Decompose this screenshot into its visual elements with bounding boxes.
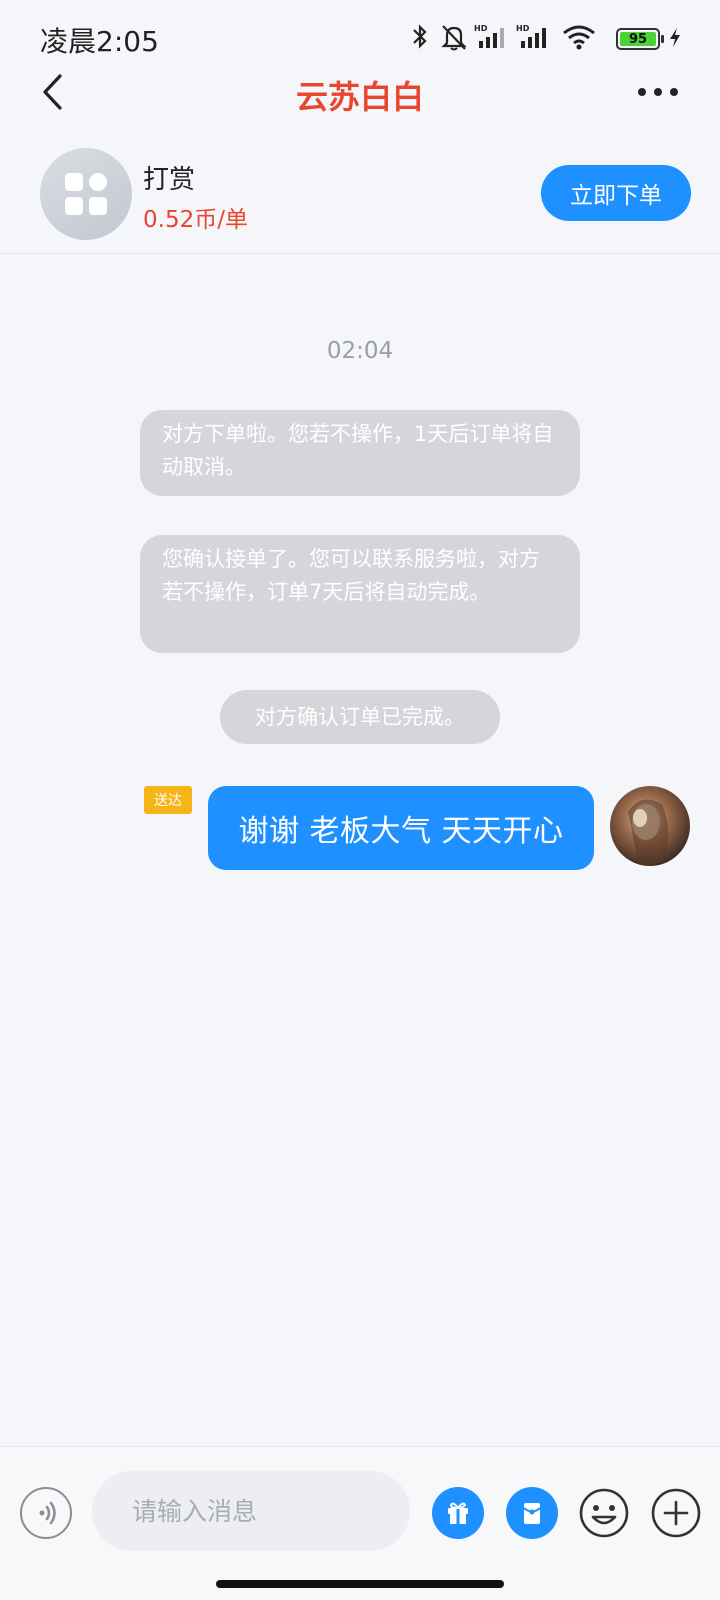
- battery-level: 95: [620, 32, 656, 47]
- voice-button[interactable]: [20, 1487, 72, 1539]
- service-avatar: [40, 148, 132, 240]
- system-message: 您确认接单了。您可以联系服务啦，对方若不操作，订单7天后将自动完成。: [140, 535, 580, 653]
- order-now-button[interactable]: 立即下单: [541, 165, 691, 221]
- input-bar: [0, 1446, 720, 1600]
- service-name: 打赏: [143, 165, 196, 195]
- chat-timestamp: 02:04: [326, 338, 394, 364]
- service-card: 打赏 0.52币/单 立即下单: [0, 130, 720, 254]
- wifi-icon: [562, 22, 596, 52]
- delivered-badge: 送达: [144, 786, 192, 814]
- svg-text:HD: HD: [474, 24, 488, 33]
- voice-icon: [39, 1501, 56, 1525]
- mute-bell-icon: [440, 22, 468, 52]
- emoji-button[interactable]: [578, 1487, 630, 1539]
- outgoing-message-bubble[interactable]: 谢谢 老板大气 天天开心: [208, 786, 594, 870]
- message-input[interactable]: [92, 1471, 410, 1551]
- page-title: 云苏白白: [295, 78, 424, 116]
- charging-icon: [668, 22, 682, 52]
- red-packet-icon: [523, 1503, 541, 1524]
- avatar[interactable]: [610, 786, 690, 866]
- svg-text:HD: HD: [516, 24, 530, 33]
- hd-signal-icon: HD: [474, 22, 510, 52]
- battery-icon: 95: [616, 28, 660, 50]
- status-time: 凌晨2:05: [40, 25, 159, 58]
- gift-button[interactable]: [432, 1487, 484, 1539]
- more-dots-icon: [638, 88, 678, 96]
- gift-icon: [448, 1502, 468, 1524]
- grid-apps-icon: [65, 173, 107, 215]
- emoji-icon: [579, 1488, 629, 1538]
- system-message: 对方下单啦。您若不操作，1天后订单将自动取消。: [140, 410, 580, 496]
- plus-icon: [651, 1488, 701, 1538]
- plus-button[interactable]: [650, 1487, 702, 1539]
- red-packet-button[interactable]: [506, 1487, 558, 1539]
- home-indicator[interactable]: [216, 1580, 504, 1588]
- bluetooth-icon: [410, 22, 430, 52]
- battery-tip: [661, 35, 664, 43]
- service-price: 0.52币/单: [143, 207, 248, 233]
- system-message: 对方确认订单已完成。: [220, 690, 500, 744]
- hd-signal-icon: HD: [516, 22, 552, 52]
- more-button[interactable]: [636, 84, 680, 100]
